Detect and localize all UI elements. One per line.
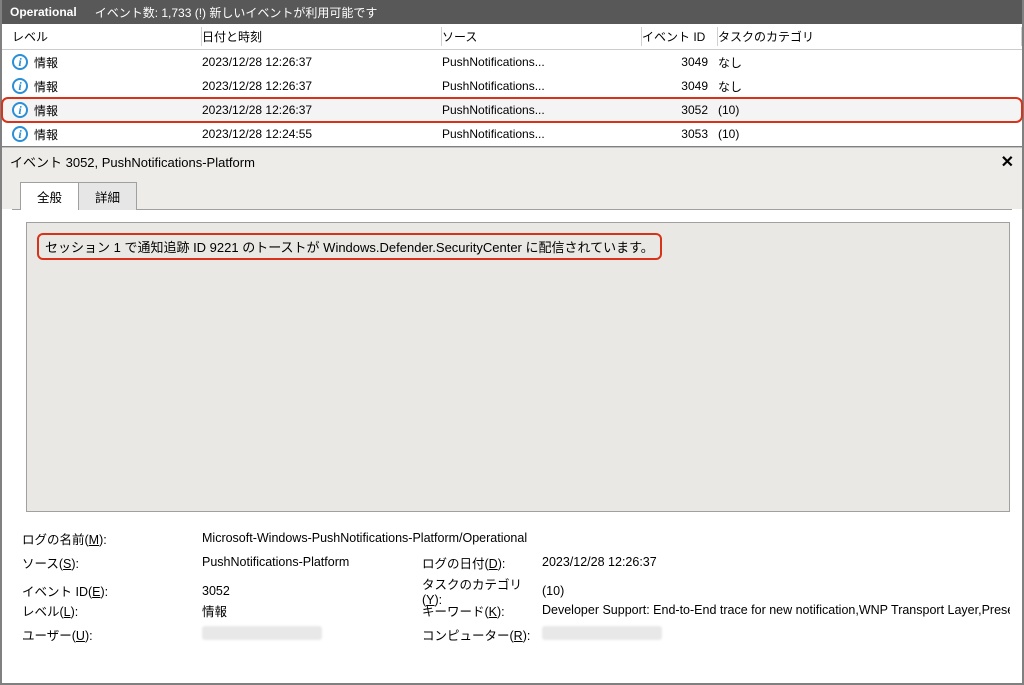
event-list: レベル 日付と時刻 ソース イベント ID タスクのカテゴリ i 情報 2023/1… <box>2 24 1022 147</box>
tab-detail[interactable]: 詳細 <box>78 182 137 210</box>
cell-datetime: 2023/12/28 12:26:37 <box>202 79 442 93</box>
cell-taskcat: なし <box>718 78 1022 95</box>
cell-eventid: 3049 <box>642 55 718 69</box>
tabs-underline <box>12 209 1012 210</box>
info-icon: i <box>12 54 28 70</box>
cell-datetime: 2023/12/28 12:24:55 <box>202 127 442 141</box>
info-icon: i <box>12 102 28 118</box>
cell-taskcat: (10) <box>718 127 1022 141</box>
event-list-header[interactable]: レベル 日付と時刻 ソース イベント ID タスクのカテゴリ <box>2 24 1022 50</box>
table-row[interactable]: i 情報 2023/12/28 12:26:37PushNotifications.… <box>2 98 1022 122</box>
lbl-logname: ログの名前(M): <box>22 529 202 548</box>
lbl-logdate: ログの日付(D): <box>422 553 542 572</box>
cell-datetime: 2023/12/28 12:26:37 <box>202 103 442 117</box>
lbl-keywords: キーワード(K): <box>422 601 542 620</box>
val-user-redacted <box>202 626 422 643</box>
cell-level: 情報 <box>34 54 58 71</box>
cell-eventid: 3053 <box>642 127 718 141</box>
cell-eventid: 3052 <box>642 103 718 117</box>
val-eventid: 3052 <box>202 584 422 598</box>
val-taskcat: (10) <box>542 584 1010 598</box>
val-logdate: 2023/12/28 12:26:37 <box>542 555 1010 569</box>
info-icon: i <box>12 126 28 142</box>
detail-tabs: 全般 詳細 <box>2 175 1022 209</box>
cell-datetime: 2023/12/28 12:26:37 <box>202 55 442 69</box>
lbl-level: レベル(L): <box>22 601 202 620</box>
event-message-panel[interactable]: セッション 1 で通知追跡 ID 9221 のトーストが Windows.Def… <box>26 222 1010 512</box>
cell-level: 情報 <box>34 78 58 95</box>
cell-source: PushNotifications... <box>442 103 642 117</box>
val-logname: Microsoft-Windows-PushNotifications-Plat… <box>202 531 1010 545</box>
info-icon: i <box>12 78 28 94</box>
val-computer-redacted <box>542 626 1010 643</box>
tab-general[interactable]: 全般 <box>20 182 79 210</box>
col-datetime[interactable]: 日付と時刻 <box>202 24 442 49</box>
detail-title: イベント 3052, PushNotifications-Platform <box>10 152 255 171</box>
table-row[interactable]: i 情報 2023/12/28 12:26:37PushNotifications.… <box>2 74 1022 98</box>
cell-source: PushNotifications... <box>442 127 642 141</box>
table-row[interactable]: i 情報 2023/12/28 12:26:37PushNotifications.… <box>2 50 1022 74</box>
log-titlebar: Operational イベント数: 1,733 (!) 新しいイベントが利用可… <box>2 0 1022 24</box>
cell-taskcat: (10) <box>718 103 1022 117</box>
cell-taskcat: なし <box>718 54 1022 71</box>
lbl-source: ソース(S): <box>22 553 202 572</box>
col-source[interactable]: ソース <box>442 24 642 49</box>
col-taskcat[interactable]: タスクのカテゴリ <box>718 24 1022 49</box>
col-eventid[interactable]: イベント ID <box>642 24 718 49</box>
cell-level: 情報 <box>34 126 58 143</box>
event-viewer-pane: Operational イベント数: 1,733 (!) 新しいイベントが利用可… <box>0 0 1024 685</box>
val-level: 情報 <box>202 601 422 620</box>
lbl-eventid: イベント ID(E): <box>22 581 202 600</box>
detail-header: イベント 3052, PushNotifications-Platform ✕ <box>2 147 1022 175</box>
event-count-text: イベント数: 1,733 (!) 新しいイベントが利用可能です <box>95 4 378 21</box>
val-keywords: Developer Support: End-to-End trace for … <box>542 603 1010 617</box>
cell-eventid: 3049 <box>642 79 718 93</box>
cell-source: PushNotifications... <box>442 79 642 93</box>
event-properties: ログの名前(M): Microsoft-Windows-PushNotifica… <box>2 512 1022 646</box>
log-name: Operational <box>10 5 77 19</box>
close-icon[interactable]: ✕ <box>1001 152 1014 172</box>
val-source: PushNotifications-Platform <box>202 555 422 569</box>
lbl-computer: コンピューター(R): <box>422 625 542 644</box>
cell-source: PushNotifications... <box>442 55 642 69</box>
cell-level: 情報 <box>34 102 58 119</box>
event-message-text: セッション 1 で通知追跡 ID 9221 のトーストが Windows.Def… <box>37 233 662 260</box>
lbl-user: ユーザー(U): <box>22 625 202 644</box>
table-row[interactable]: i 情報 2023/12/28 12:24:55PushNotifications.… <box>2 122 1022 146</box>
col-level[interactable]: レベル <box>12 24 202 49</box>
